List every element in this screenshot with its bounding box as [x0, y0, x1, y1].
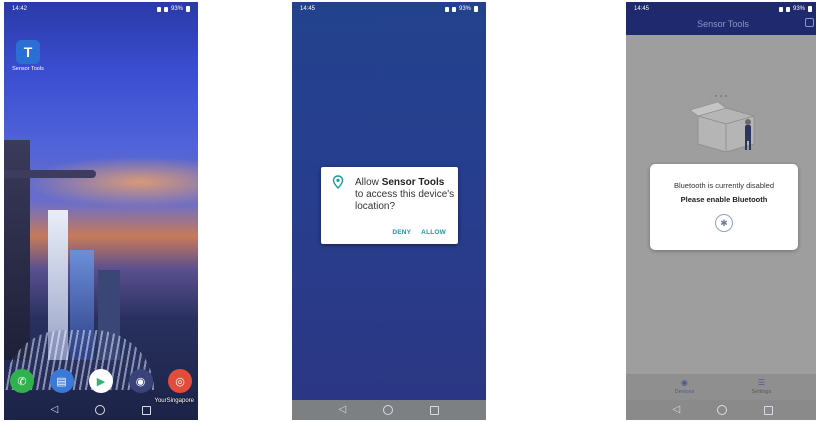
home-icon[interactable]	[383, 405, 394, 415]
battery-icon	[808, 6, 812, 12]
status-time: 14:45	[634, 6, 650, 12]
permission-message: Allow Sensor Tools to access this device…	[355, 177, 455, 213]
bottom-navigation: ◉ Devices ☰ Settings	[626, 374, 816, 400]
bluetooth-disabled-dialog: Bluetooth is currently disabled Please e…	[650, 164, 798, 250]
bottom-nav-label: Settings	[751, 389, 772, 395]
permission-app-name: Sensor Tools	[381, 177, 445, 188]
empty-state-illustration	[689, 95, 755, 153]
wifi-icon	[444, 6, 449, 12]
app-screen-phone: Sensor Tools 14:45 93% Bluetooth is curr…	[626, 2, 816, 420]
recents-icon[interactable]	[764, 405, 774, 415]
play-store-icon[interactable]: ▶	[89, 369, 113, 393]
status-icons: 93%	[778, 6, 812, 12]
signal-icon	[451, 6, 456, 12]
camera-icon[interactable]: ◉	[128, 369, 153, 393]
home-icon[interactable]	[717, 405, 728, 415]
home-icon[interactable]	[95, 405, 106, 415]
chrome-icon[interactable]: ◎	[168, 369, 192, 393]
permission-message-suffix: to access this device's location?	[355, 189, 455, 212]
battery-percent: 93%	[170, 6, 183, 12]
status-icons: 93%	[156, 6, 190, 12]
battery-icon	[474, 6, 478, 12]
status-bar: 14:42 93%	[4, 2, 198, 16]
bottom-nav-devices[interactable]: ◉ Devices	[674, 378, 695, 396]
recents-icon[interactable]	[430, 405, 440, 415]
back-icon[interactable]: ◁	[339, 405, 347, 415]
sensor-tools-app-icon[interactable]: T	[16, 40, 40, 64]
bluetooth-icon[interactable]: ✱	[715, 214, 733, 232]
status-time: 14:42	[12, 6, 28, 12]
battery-percent: 93%	[458, 6, 471, 12]
status-icons: 93%	[444, 6, 478, 12]
devices-icon: ◉	[680, 378, 688, 387]
signal-icon	[785, 6, 790, 12]
status-bar: 14:45 93%	[292, 2, 486, 16]
permission-actions: DENY ALLOW	[392, 229, 446, 236]
home-screen-phone: 14:42 93% T Sensor Tools ✆ ▤ ▶ ◉ ◎ YourSinga…	[4, 2, 198, 420]
status-bar: 14:45 93%	[626, 2, 816, 16]
bottom-nav-label: Devices	[674, 389, 695, 395]
wifi-icon	[778, 6, 783, 12]
wallpaper-glow	[4, 152, 198, 212]
app-dock: ✆ ▤ ▶ ◉ ◎	[10, 366, 192, 396]
recents-icon[interactable]	[142, 405, 152, 415]
back-icon[interactable]: ◁	[673, 405, 681, 415]
wifi-icon	[156, 6, 161, 12]
allow-button[interactable]: ALLOW	[421, 229, 446, 236]
location-permission-dialog: Allow Sensor Tools to access this device…	[321, 167, 458, 244]
wallpaper-skypark	[4, 170, 96, 178]
battery-icon	[186, 6, 190, 12]
app-title: Sensor Tools	[697, 19, 749, 29]
deny-button[interactable]: DENY	[392, 229, 411, 236]
sensor-tools-app-label[interactable]: Sensor Tools	[10, 66, 46, 73]
bluetooth-status-text: Bluetooth is currently disabled	[673, 181, 775, 190]
phone-icon[interactable]: ✆	[10, 369, 34, 393]
permission-screen-phone: 14:45 93% Allow Sensor Tools to access t…	[292, 2, 486, 420]
back-icon[interactable]: ◁	[51, 405, 59, 415]
bottom-nav-settings[interactable]: ☰ Settings	[751, 378, 772, 396]
status-time: 14:45	[300, 6, 316, 12]
navigation-bar: ◁	[626, 400, 816, 420]
permission-message-prefix: Allow	[355, 177, 382, 188]
app-bar-action-icon[interactable]	[805, 18, 814, 27]
signal-icon	[163, 6, 168, 12]
location-pin-icon	[332, 175, 344, 189]
navigation-bar: ◁	[4, 400, 198, 420]
messages-icon[interactable]: ▤	[49, 369, 74, 393]
battery-percent: 93%	[792, 6, 805, 12]
bluetooth-enable-prompt: Please enable Bluetooth	[680, 195, 768, 204]
settings-icon: ☰	[757, 378, 765, 387]
navigation-bar: ◁	[292, 400, 486, 420]
